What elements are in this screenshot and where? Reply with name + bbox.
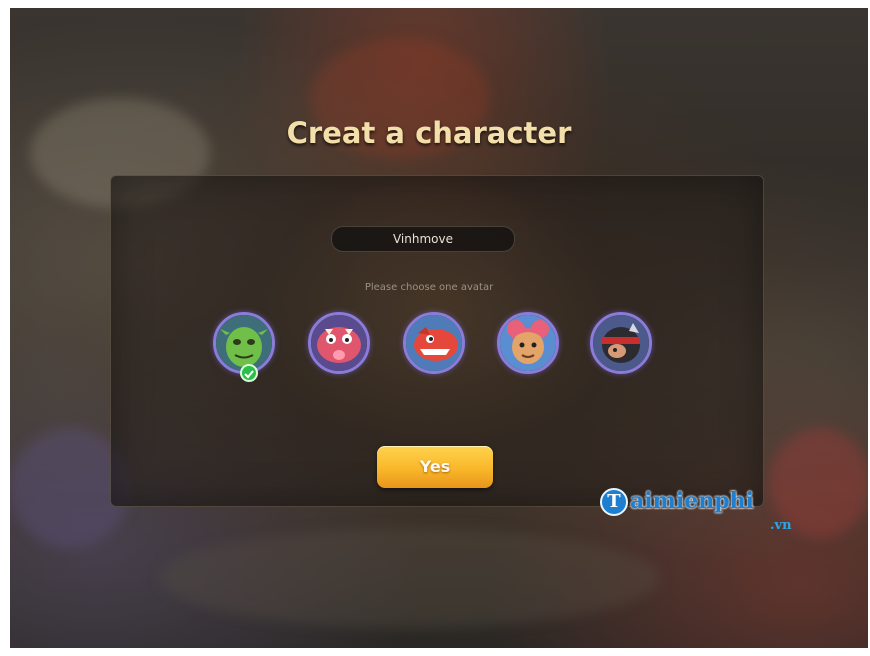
watermark-logo: T aimienphi .vn (600, 488, 800, 538)
girl-avatar-icon[interactable] (497, 312, 559, 374)
watermark-letter: T (600, 488, 628, 516)
background-floor (160, 528, 660, 628)
selected-check-icon (240, 364, 258, 382)
watermark-suffix: .vn (770, 518, 792, 533)
pink-monster-avatar-icon[interactable] (308, 312, 370, 374)
yes-button[interactable]: Yes (377, 446, 493, 488)
character-name-input[interactable]: Vinhmove (331, 226, 515, 252)
watermark-brand: aimienphi (630, 488, 754, 514)
avatar-hint-text: Please choose one avatar (364, 282, 494, 293)
page-title: Creat a character (286, 116, 572, 150)
ninja-avatar-icon[interactable] (590, 312, 652, 374)
red-dinosaur-avatar-icon[interactable] (403, 312, 465, 374)
